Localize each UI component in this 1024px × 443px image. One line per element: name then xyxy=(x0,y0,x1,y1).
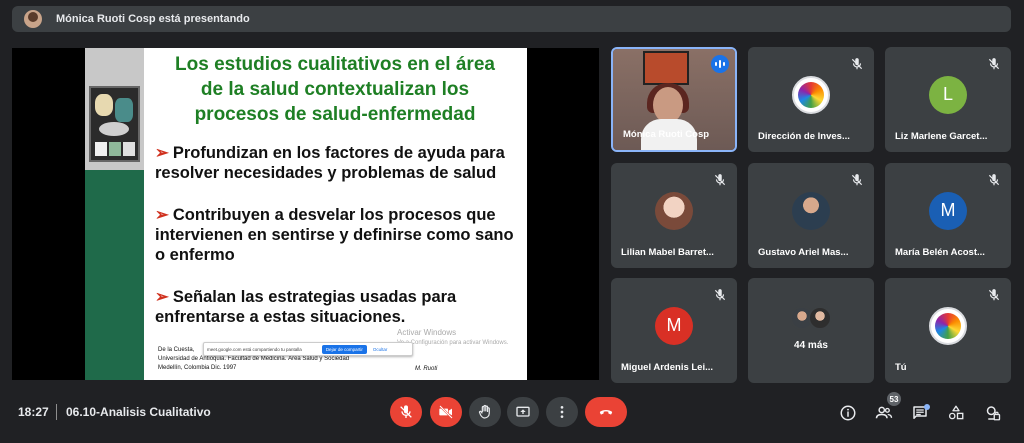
raise-hand-icon xyxy=(478,404,490,419)
bullet-arrow-icon: ➢ xyxy=(155,288,169,306)
slide-title: Los estudios cualitativos en el área de … xyxy=(155,52,515,127)
slide-artwork-image xyxy=(89,86,140,162)
bullet-arrow-icon: ➢ xyxy=(155,206,169,224)
mic-off-icon xyxy=(988,289,1000,301)
more-options-icon xyxy=(560,406,564,418)
toggle-mic-button[interactable] xyxy=(390,397,422,427)
show-everyone-button[interactable] xyxy=(874,403,894,423)
toggle-camera-button[interactable] xyxy=(430,397,462,427)
speaking-indicator-icon xyxy=(711,55,729,73)
slide-title-line: de la salud contextualizan los xyxy=(200,79,470,100)
mic-off-icon xyxy=(400,405,412,418)
hide-share-bar-button[interactable]: Ocultar xyxy=(373,347,388,352)
host-controls-icon xyxy=(986,406,1001,421)
presenting-banner-text: Mónica Ruoti Cosp está presentando xyxy=(56,13,250,25)
participant-tile[interactable]: L Liz Marlene Garcet... xyxy=(885,47,1011,152)
participant-avatar: M xyxy=(655,306,693,345)
participant-name: Miguel Ardenis Lei... xyxy=(621,362,714,373)
slide-bullet: ➢ Contribuyen a desvelar los procesos que… xyxy=(155,206,514,264)
chat-notification-dot xyxy=(924,404,930,410)
participant-photo xyxy=(808,306,832,330)
meeting-details-button[interactable] xyxy=(838,403,858,423)
slide-bullets: ➢ Profundizan en los factores de ayuda pa… xyxy=(155,143,525,349)
more-participants-label: 44 más xyxy=(794,340,828,351)
participant-tile[interactable]: Dirección de Inves... xyxy=(748,47,874,152)
participant-name: Liz Marlene Garcet... xyxy=(895,131,988,142)
share-bar-text: meet.google.com está compartiendo tu pan… xyxy=(207,346,302,352)
mic-off-icon xyxy=(988,58,1000,70)
hang-up-icon xyxy=(599,410,613,415)
slide-title-line: procesos de salud-enfermedad xyxy=(194,104,476,125)
shared-slide: Los estudios cualitativos en el área de … xyxy=(85,48,527,380)
activities-icon xyxy=(948,405,964,420)
participant-photo xyxy=(792,191,830,230)
camera-off-icon xyxy=(439,405,453,419)
organization-logo-icon xyxy=(935,312,961,339)
people-count-badge: 53 xyxy=(887,392,901,406)
participant-photo xyxy=(655,191,693,230)
slide-green-band xyxy=(85,170,144,380)
screen-share-bar: meet.google.com está compartiendo tu pan… xyxy=(203,342,413,356)
participant-name: Tú xyxy=(895,362,907,373)
participant-tile[interactable]: Lilian Mabel Barret... xyxy=(611,163,737,268)
more-participants-tile[interactable]: 44 más xyxy=(748,278,874,383)
activities-button[interactable] xyxy=(946,403,966,423)
meeting-title: 06.10-Analisis Cualitativo xyxy=(66,405,211,419)
presenting-banner: Mónica Ruoti Cosp está presentando xyxy=(12,6,1011,32)
present-icon xyxy=(516,406,530,417)
meeting-time: 18:27 xyxy=(18,405,49,419)
participant-name: Mónica Ruoti Cosp xyxy=(623,129,710,140)
windows-watermark: Activar Windows xyxy=(397,328,457,337)
divider xyxy=(56,404,57,420)
presentation-area[interactable]: Los estudios cualitativos en el área de … xyxy=(12,48,599,380)
leave-call-button[interactable] xyxy=(585,397,627,427)
participant-name: Gustavo Ariel Mas... xyxy=(758,247,849,258)
participant-tile[interactable]: M María Belén Acost... xyxy=(885,163,1011,268)
participant-name: Lilian Mabel Barret... xyxy=(621,247,714,258)
mic-off-icon xyxy=(988,174,1000,186)
mic-off-icon xyxy=(714,289,726,301)
raise-hand-button[interactable] xyxy=(469,397,501,427)
stop-sharing-button[interactable]: Dejar de compartir xyxy=(321,344,367,354)
presenter-avatar xyxy=(24,10,42,28)
participant-avatar: L xyxy=(929,75,967,114)
mic-off-icon xyxy=(851,58,863,70)
present-screen-button[interactable] xyxy=(507,397,539,427)
participant-avatar: M xyxy=(929,191,967,230)
participant-avatar xyxy=(792,75,830,114)
participant-tile-self[interactable]: Tú xyxy=(885,278,1011,383)
mic-off-icon xyxy=(714,174,726,186)
more-options-button[interactable] xyxy=(546,397,578,427)
meeting-controls-bar: 18:27 06.10-Analisis Cualitativo xyxy=(0,383,1024,443)
organization-logo-icon xyxy=(798,81,824,108)
participant-avatar xyxy=(929,306,967,345)
info-icon xyxy=(840,405,856,421)
host-controls-button[interactable] xyxy=(982,403,1002,423)
participant-name: María Belén Acost... xyxy=(895,247,985,258)
participant-tile[interactable]: M Miguel Ardenis Lei... xyxy=(611,278,737,383)
people-icon xyxy=(875,406,893,419)
mic-off-icon xyxy=(851,174,863,186)
background-poster xyxy=(643,51,689,85)
slide-bullet: ➢ Profundizan en los factores de ayuda pa… xyxy=(155,144,505,182)
slide-side-column xyxy=(85,48,144,380)
windows-watermark-sub: Ve a Configuración para activar Windows. xyxy=(397,340,509,346)
slide-title-line: Los estudios cualitativos en el área xyxy=(175,54,495,75)
bullet-arrow-icon: ➢ xyxy=(155,144,169,162)
slide-bullet: ➢ Señalan las estrategias usadas para enf… xyxy=(155,288,457,326)
participant-tile[interactable]: Mónica Ruoti Cosp xyxy=(611,47,737,152)
participant-tile[interactable]: Gustavo Ariel Mas... xyxy=(748,163,874,268)
participant-name: Dirección de Inves... xyxy=(758,131,850,142)
slide-signature: M. Ruoti xyxy=(415,366,438,372)
